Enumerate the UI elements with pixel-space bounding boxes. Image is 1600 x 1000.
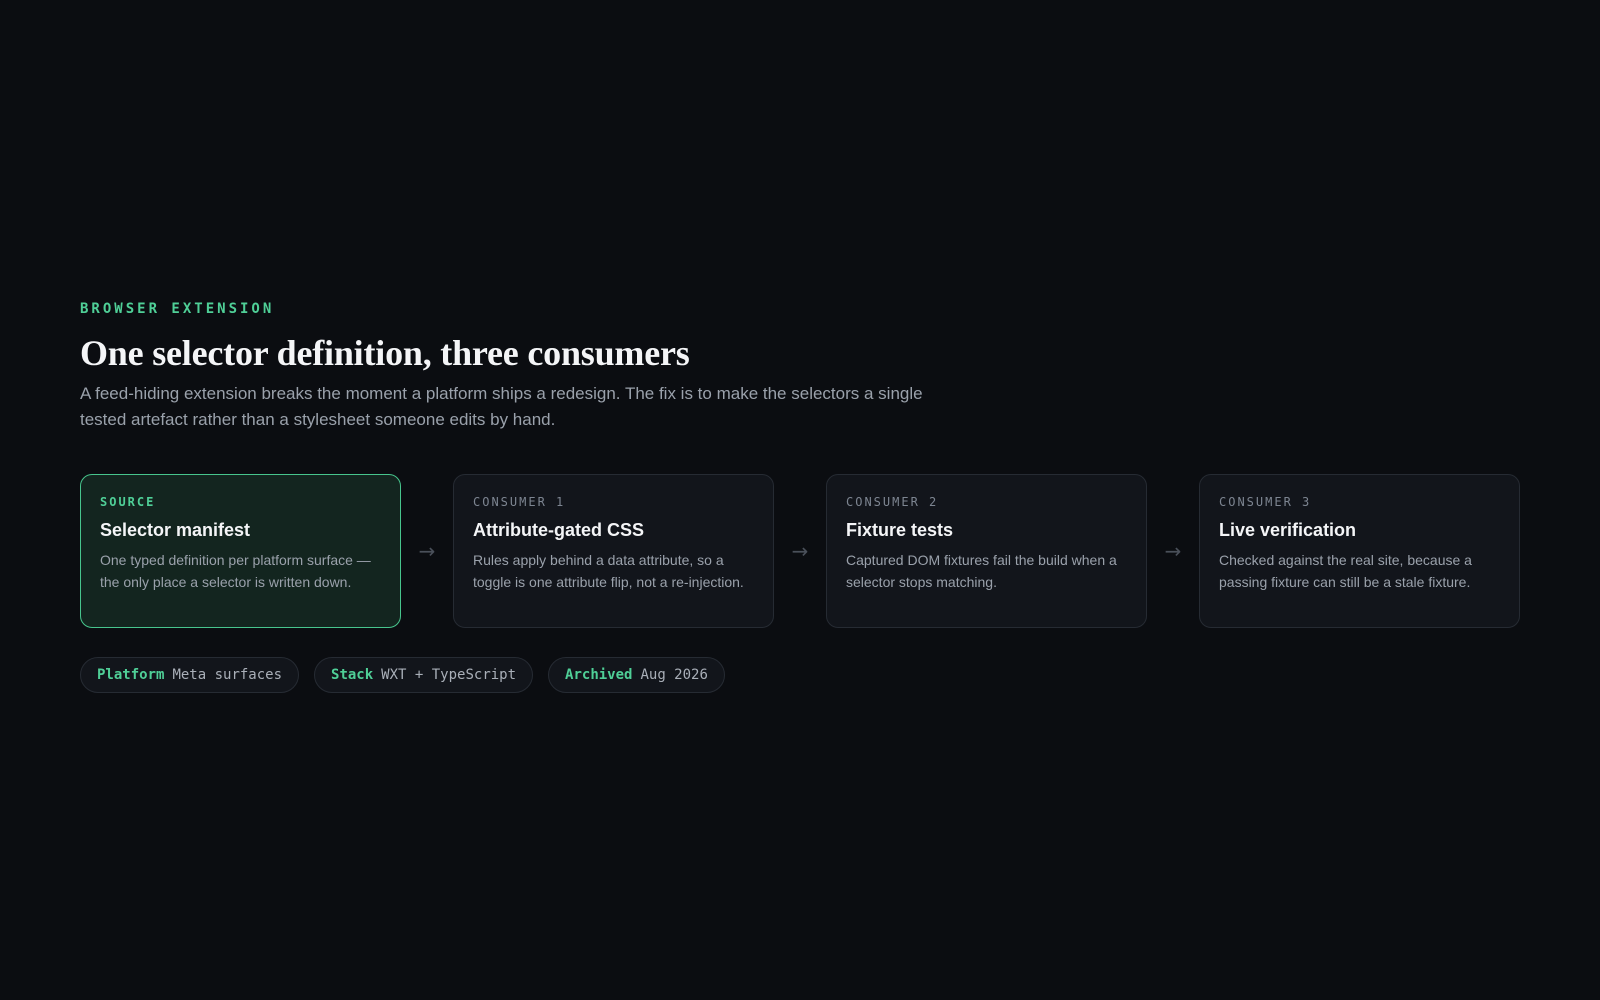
- meta-value: Aug 2026: [640, 667, 708, 683]
- meta-value: Meta surfaces: [172, 667, 283, 683]
- meta-pill-archived: Archived Aug 2026: [548, 657, 725, 693]
- card-body: Rules apply behind a data attribute, so …: [473, 552, 744, 590]
- card-source: SOURCE Selector manifest One typed defin…: [80, 474, 401, 628]
- meta-key: Archived: [565, 667, 633, 683]
- arrow-right-icon: →: [1164, 539, 1182, 563]
- page-title: One selector definition, three consumers: [80, 333, 690, 373]
- card-body: One typed definition per platform surfac…: [100, 552, 371, 590]
- section-eyebrow: BROWSER EXTENSION: [80, 301, 275, 317]
- meta-pill-stack: Stack WXT + TypeScript: [314, 657, 534, 693]
- card-title: Selector manifest: [100, 520, 251, 540]
- card-body: Checked against the real site, because a…: [1219, 552, 1472, 590]
- page-description: A feed-hiding extension breaks the momen…: [80, 384, 923, 429]
- meta-value: WXT + TypeScript: [381, 667, 517, 683]
- card-title: Attribute-gated CSS: [473, 520, 644, 540]
- meta-key: Stack: [331, 667, 374, 683]
- card-consumer-3: CONSUMER 3 Live verification Checked aga…: [1199, 474, 1520, 628]
- card-kicker: SOURCE: [100, 495, 156, 509]
- arrow-right-icon: →: [418, 539, 436, 563]
- card-consumer-2: CONSUMER 2 Fixture tests Captured DOM fi…: [826, 474, 1147, 628]
- meta-pill-platform: Platform Meta surfaces: [80, 657, 300, 693]
- project-section: BROWSER EXTENSION One selector definitio…: [80, 301, 1520, 693]
- card-title: Fixture tests: [846, 520, 954, 540]
- project-meta-tags: Platform Meta surfaces Stack WXT + TypeS…: [80, 657, 725, 693]
- card-title: Live verification: [1219, 520, 1357, 540]
- card-consumer-1: CONSUMER 1 Attribute-gated CSS Rules app…: [453, 474, 774, 628]
- card-kicker: CONSUMER 3: [1219, 495, 1312, 509]
- card-body: Captured DOM fixtures fail the build whe…: [846, 552, 1117, 590]
- arrow-right-icon: →: [791, 539, 809, 563]
- selector-flow-diagram: SOURCE Selector manifest One typed defin…: [80, 474, 1520, 628]
- meta-key: Platform: [97, 667, 165, 683]
- card-kicker: CONSUMER 2: [846, 495, 939, 509]
- card-kicker: CONSUMER 1: [473, 495, 566, 509]
